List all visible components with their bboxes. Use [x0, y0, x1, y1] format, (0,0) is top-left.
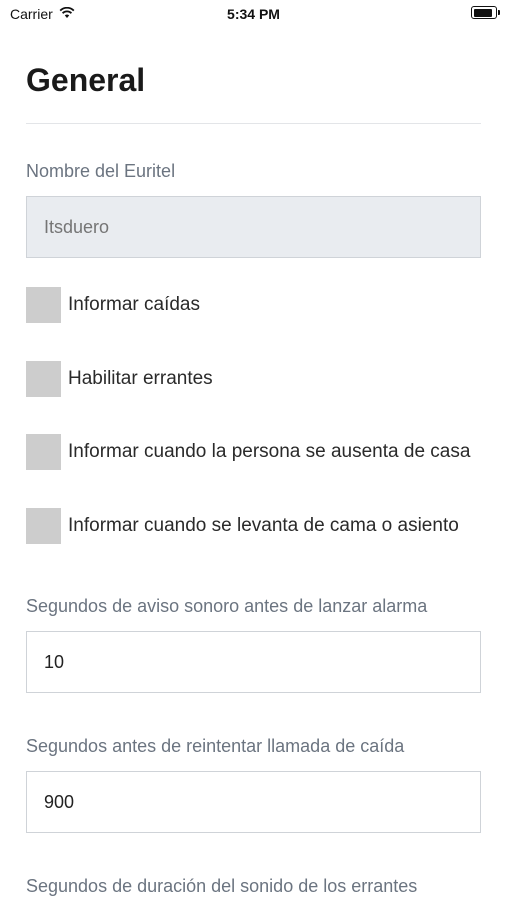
gets-up-checkbox[interactable] — [26, 508, 61, 544]
battery-icon — [471, 6, 500, 19]
status-time: 5:34 PM — [227, 6, 280, 22]
enable-wanderers-label: Habilitar errantes — [68, 368, 213, 389]
report-falls-checkbox[interactable] — [26, 287, 61, 323]
report-falls-label: Informar caídas — [68, 294, 200, 315]
device-name-label: Nombre del Euritel — [26, 161, 176, 181]
checkbox-row-gets-up[interactable]: Informar cuando se levanta de cama o asi… — [26, 508, 459, 544]
alarm-delay-input[interactable] — [26, 631, 481, 693]
checkbox-row-report-falls[interactable]: Informar caídas — [26, 287, 200, 323]
device-name-input[interactable] — [26, 196, 481, 258]
checkbox-row-enable-wanderers[interactable]: Habilitar errantes — [26, 361, 213, 397]
status-right — [471, 6, 500, 19]
header-divider — [26, 123, 481, 124]
away-from-home-checkbox[interactable] — [26, 434, 61, 470]
status-bar: Carrier 5:34 PM — [0, 0, 507, 30]
wanderer-sound-duration-label: Segundos de duración del sonido de los e… — [26, 876, 418, 896]
page-title: General — [26, 62, 146, 98]
retry-delay-input[interactable] — [26, 771, 481, 833]
away-from-home-label: Informar cuando la persona se ausenta de… — [68, 441, 471, 462]
gets-up-label: Informar cuando se levanta de cama o asi… — [68, 515, 459, 536]
alarm-delay-label: Segundos de aviso sonoro antes de lanzar… — [26, 596, 428, 616]
checkbox-row-away-from-home[interactable]: Informar cuando la persona se ausenta de… — [26, 434, 470, 470]
retry-delay-label: Segundos antes de reintentar llamada de … — [26, 736, 405, 756]
enable-wanderers-checkbox[interactable] — [26, 361, 61, 397]
